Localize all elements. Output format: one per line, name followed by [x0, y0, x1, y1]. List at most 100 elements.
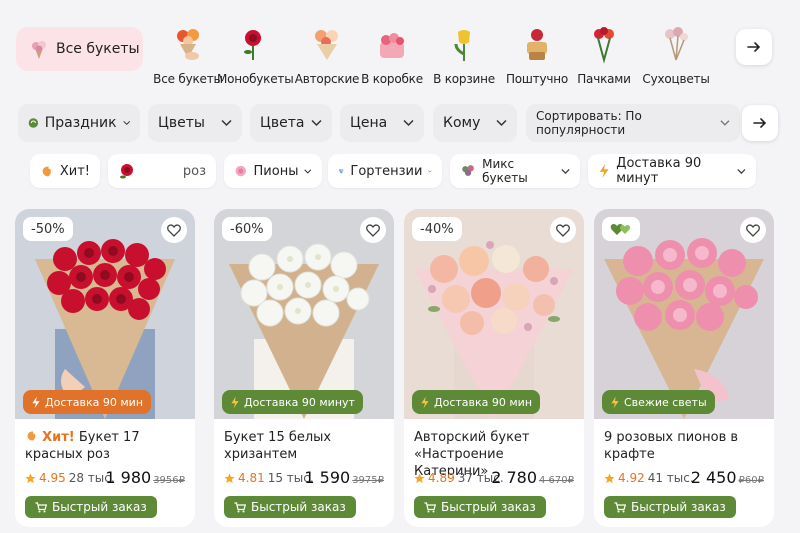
chevron-down-icon	[221, 119, 232, 127]
category-basket[interactable]: В корзине	[428, 24, 500, 86]
filters-next-button[interactable]	[742, 105, 778, 141]
category-single[interactable]: Поштучно	[501, 24, 573, 86]
cart-icon	[35, 501, 47, 512]
quick-order-button[interactable]: Быстрый заказ	[224, 496, 356, 518]
quick-order-button[interactable]: Быстрый заказ	[414, 496, 546, 518]
bouquet-icon	[32, 41, 46, 59]
double-heart-icon	[610, 224, 631, 235]
category-bundles[interactable]: Пачками	[568, 24, 640, 86]
bundle-icon	[594, 27, 614, 64]
current-price: 2 450	[690, 468, 737, 487]
chip-hydrangeas[interactable]: Гортензии	[328, 154, 442, 188]
product-title[interactable]: Хит! Букет 17 красных роз	[25, 429, 193, 463]
product-title-text: Букет 15 белых хризантем	[224, 430, 332, 462]
current-price: 2 780	[491, 468, 537, 487]
chip-label: Доставка 90 минут	[616, 156, 702, 186]
star-icon	[604, 472, 615, 483]
category-label: Все букеты	[153, 72, 223, 86]
filter-holiday[interactable]: Праздник	[18, 104, 140, 142]
hit-hand-icon	[27, 431, 36, 441]
product-price: 2 450 ₽60₽	[691, 468, 764, 487]
rose-icon	[244, 30, 261, 60]
filter-label: Праздник	[44, 115, 117, 131]
product-rating: 4.92 41 тыс.	[604, 471, 694, 485]
quick-order-button[interactable]: Быстрый заказ	[25, 496, 157, 518]
tulip-icon	[454, 30, 470, 61]
category-label: Сухоцветы	[642, 72, 710, 86]
flower-box-icon	[380, 33, 404, 58]
lightning-icon	[611, 396, 619, 408]
hydrangea-icon	[338, 169, 344, 174]
product-card[interactable]: Свежие светы 9 розовых пионов в крафте 4…	[594, 209, 774, 527]
discount-badge: -50%	[23, 217, 73, 241]
chip-roses[interactable]: роз	[108, 154, 216, 188]
product-title[interactable]: 9 розовых пионов в крафте	[604, 429, 772, 463]
category-box[interactable]: В коробке	[356, 24, 428, 86]
peony-icon	[235, 165, 247, 177]
all-bouquets-chip[interactable]: Все букеты	[16, 27, 143, 71]
chip-mix[interactable]: Микс букеты	[450, 154, 580, 188]
filter-price[interactable]: Цена	[340, 104, 424, 142]
product-title[interactable]: Букет 15 белых хризантем	[224, 429, 392, 463]
sort-select[interactable]: Сортировать: По популярности	[526, 104, 740, 142]
category-dried[interactable]: Сухоцветы	[640, 24, 712, 86]
chip-hit[interactable]: Хит!	[30, 154, 100, 188]
quick-order-label: Быстрый заказ	[631, 500, 726, 514]
favorite-button[interactable]	[740, 217, 766, 243]
chevron-down-icon	[737, 168, 746, 174]
lightning-icon	[32, 396, 40, 408]
filter-colors[interactable]: Цвета	[250, 104, 332, 142]
chip-label: Микс букеты	[482, 157, 528, 185]
mix-bouquet-icon	[462, 165, 474, 176]
filter-label: Цвета	[260, 115, 305, 131]
sort-label: Сортировать: По популярности	[536, 109, 642, 137]
chip-peonies[interactable]: Пионы	[224, 154, 322, 188]
arrow-right-icon	[753, 118, 767, 128]
category-all-bouquets[interactable]: Все букеты	[152, 24, 224, 86]
quick-order-button[interactable]: Быстрый заказ	[604, 496, 736, 518]
category-author[interactable]: Авторские	[291, 24, 363, 86]
product-title-text: 9 розовых пионов в крафте	[604, 430, 739, 462]
holiday-icon	[28, 118, 39, 128]
product-card[interactable]: -60% Доставка 90 минут Букет 15 белых хр…	[214, 209, 394, 527]
chip-label: Хит!	[59, 163, 90, 179]
favorite-button[interactable]	[360, 217, 386, 243]
delivery-badge: Доставка 90 мин	[23, 390, 152, 414]
lightning-icon	[421, 396, 429, 408]
delivery-badge: Доставка 90 минут	[222, 390, 363, 414]
chevron-down-icon	[561, 168, 570, 174]
delivery-badge: Доставка 90 мин	[412, 390, 541, 414]
chip-delivery[interactable]: Доставка 90 минут	[588, 154, 756, 188]
single-flowers-icon	[527, 29, 547, 60]
all-bouquets-chip-label: Все букеты	[56, 41, 140, 57]
category-label: Поштучно	[505, 72, 569, 86]
product-card[interactable]: -40% Доставка 90 мин Авторский букет «На…	[404, 209, 584, 527]
favorite-button[interactable]	[550, 217, 576, 243]
cart-icon	[614, 501, 626, 512]
heart-icon	[746, 223, 760, 237]
discount-badge: -40%	[412, 217, 462, 241]
heart-icon	[366, 223, 380, 237]
product-card[interactable]: -50% Доставка 90 мин Хит! Букет 17 красн…	[15, 209, 195, 527]
current-price: 1 590	[304, 468, 351, 487]
filter-flowers[interactable]: Цветы	[148, 104, 242, 142]
category-label: Монобукеты	[217, 72, 294, 86]
category-mono[interactable]: Монобукеты	[217, 24, 294, 86]
chip-label: роз	[182, 163, 206, 179]
chevron-down-icon	[496, 119, 507, 127]
old-price: 3975₽	[352, 475, 384, 486]
arrow-right-icon	[747, 42, 761, 52]
lightning-icon	[231, 396, 239, 408]
product-rating: 4.95 28 тыс.	[25, 471, 115, 485]
rating-value: 4.81	[238, 471, 265, 485]
fresh-badge-text: Свежие светы	[624, 395, 707, 409]
filter-recipient[interactable]: Кому	[433, 104, 517, 142]
chevron-down-icon	[304, 168, 312, 174]
rose-icon	[120, 164, 133, 179]
hit-label: Хит!	[42, 430, 75, 445]
delivery-badge-text: Доставка 90 мин	[45, 395, 144, 409]
lightning-icon	[599, 163, 609, 179]
categories-next-button[interactable]	[736, 29, 772, 65]
favorite-button[interactable]	[161, 217, 187, 243]
category-row: Все букеты Все букеты Монобукеты Авторск…	[0, 0, 800, 96]
